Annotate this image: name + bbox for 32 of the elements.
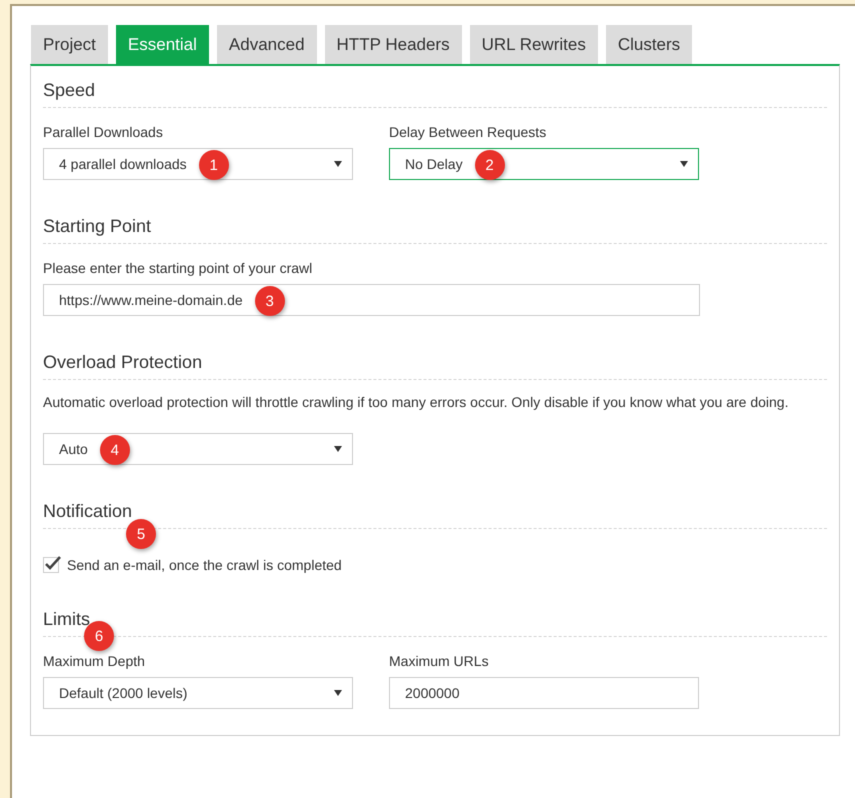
input-field[interactable]: https://www.meine-domain.de 3: [43, 284, 700, 316]
number-badge: 3: [254, 286, 285, 316]
field-label: Delay Between Requests: [389, 124, 548, 140]
section-heading: Starting Point: [43, 216, 152, 237]
section-heading: Overload Protection: [43, 352, 202, 373]
section-heading: Speed: [43, 80, 96, 101]
dropdown[interactable]: Auto 4: [43, 433, 353, 465]
dropdown[interactable]: Default (2000 levels): [43, 677, 353, 709]
number-badge: 1: [198, 150, 229, 180]
dropdown[interactable]: 4 parallel downloads 1: [43, 148, 353, 180]
caret-icon: [334, 161, 342, 167]
description-text: Automatic overload protection will throttle crawling if too many errors occur. Only disable if you know what you are doing.: [43, 393, 790, 412]
dropdown[interactable]: No Delay 2: [389, 148, 699, 180]
field-label: Maximum URLs: [389, 653, 490, 669]
field-label: Maximum Depth: [43, 653, 146, 669]
field-label: Please enter the starting point of your crawl: [43, 260, 314, 276]
caret-icon: [680, 161, 688, 167]
tab[interactable]: HTTP Headers: [324, 25, 462, 64]
tab[interactable]: Project: [31, 25, 108, 64]
number-badge: 2: [474, 150, 505, 180]
number-badge: 5: [126, 519, 156, 549]
caret-icon: [334, 690, 342, 696]
checkbox[interactable]: [43, 557, 59, 573]
section-heading: Notification: [43, 501, 132, 522]
caret-icon: [334, 446, 342, 452]
field-label: Parallel Downloads: [43, 124, 164, 140]
checkbox-label: Send an e-mail, once the crawl is completed: [67, 557, 342, 573]
tab[interactable]: Clusters: [606, 25, 692, 64]
tab[interactable]: URL Rewrites: [470, 25, 598, 64]
input-field[interactable]: 2000000: [389, 677, 699, 709]
tab[interactable]: Advanced: [216, 25, 317, 64]
number-badge: 4: [100, 435, 130, 465]
